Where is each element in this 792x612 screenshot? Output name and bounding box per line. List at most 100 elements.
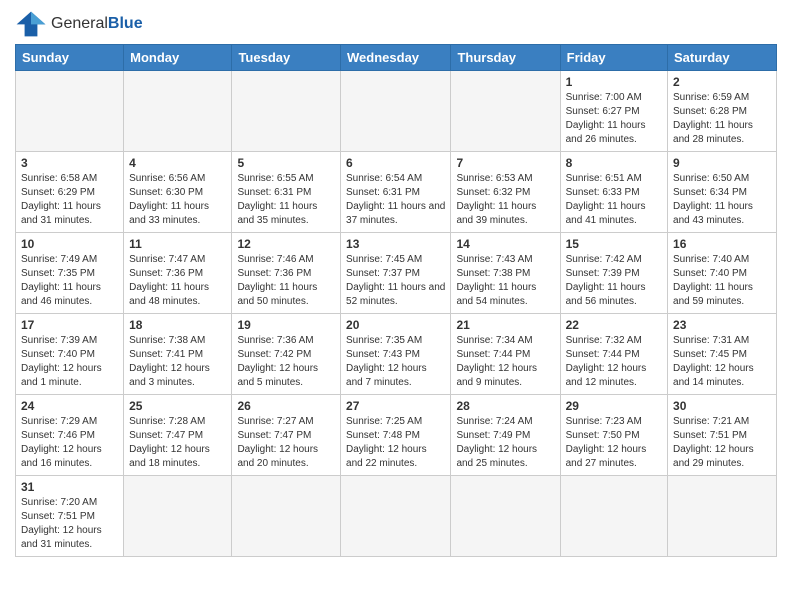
day-info: Sunrise: 7:47 AM Sunset: 7:36 PM Dayligh… (129, 253, 226, 309)
calendar-day-cell: 27 Sunrise: 7:25 AM Sunset: 7:48 PM Dayli… (341, 395, 451, 476)
day-info: Sunrise: 6:59 AM Sunset: 6:28 PM Dayligh… (673, 91, 771, 147)
calendar-week-row: 3 Sunrise: 6:58 AM Sunset: 6:29 PM Daylig… (16, 152, 777, 233)
day-info: Sunrise: 7:43 AM Sunset: 7:38 PM Dayligh… (456, 253, 554, 309)
day-info: Sunrise: 6:51 AM Sunset: 6:33 PM Dayligh… (566, 172, 662, 228)
day-info: Sunrise: 7:24 AM Sunset: 7:49 PM Dayligh… (456, 415, 554, 471)
day-info: Sunrise: 7:38 AM Sunset: 7:41 PM Dayligh… (129, 334, 226, 390)
day-number: 1 (566, 75, 662, 89)
calendar-header-row: SundayMondayTuesdayWednesdayThursdayFrid… (16, 45, 777, 71)
day-number: 17 (21, 318, 118, 332)
day-info: Sunrise: 7:28 AM Sunset: 7:47 PM Dayligh… (129, 415, 226, 471)
day-number: 31 (21, 480, 118, 494)
calendar-day-cell: 19 Sunrise: 7:36 AM Sunset: 7:42 PM Dayli… (232, 314, 341, 395)
day-number: 9 (673, 156, 771, 170)
calendar-day-cell: 20 Sunrise: 7:35 AM Sunset: 7:43 PM Dayli… (341, 314, 451, 395)
day-number: 3 (21, 156, 118, 170)
day-number: 2 (673, 75, 771, 89)
calendar-day-cell: 5 Sunrise: 6:55 AM Sunset: 6:31 PM Daylig… (232, 152, 341, 233)
calendar-day-cell: 31 Sunrise: 7:20 AM Sunset: 7:51 PM Dayli… (16, 476, 124, 557)
calendar-header-saturday: Saturday (668, 45, 777, 71)
day-info: Sunrise: 7:29 AM Sunset: 7:46 PM Dayligh… (21, 415, 118, 471)
logo: GeneralBlue (15, 10, 143, 38)
day-number: 18 (129, 318, 226, 332)
calendar-day-cell: 22 Sunrise: 7:32 AM Sunset: 7:44 PM Dayli… (560, 314, 667, 395)
day-number: 30 (673, 399, 771, 413)
day-info: Sunrise: 7:00 AM Sunset: 6:27 PM Dayligh… (566, 91, 662, 147)
day-info: Sunrise: 7:39 AM Sunset: 7:40 PM Dayligh… (21, 334, 118, 390)
calendar-day-cell (232, 71, 341, 152)
calendar-day-cell: 24 Sunrise: 7:29 AM Sunset: 7:46 PM Dayli… (16, 395, 124, 476)
calendar-week-row: 10Sunrise: 7:49 AM Sunset: 7:35 PM Dayli… (16, 233, 777, 314)
calendar-day-cell (232, 476, 341, 557)
day-number: 16 (673, 237, 771, 251)
calendar-day-cell: 13 Sunrise: 7:45 AM Sunset: 7:37 PM Dayli… (341, 233, 451, 314)
day-number: 29 (566, 399, 662, 413)
calendar-day-cell: 14 Sunrise: 7:43 AM Sunset: 7:38 PM Dayli… (451, 233, 560, 314)
day-number: 27 (346, 399, 445, 413)
calendar-header-tuesday: Tuesday (232, 45, 341, 71)
day-info: Sunrise: 7:42 AM Sunset: 7:39 PM Dayligh… (566, 253, 662, 309)
day-number: 19 (237, 318, 335, 332)
calendar-day-cell: 16 Sunrise: 7:40 AM Sunset: 7:40 PM Dayli… (668, 233, 777, 314)
calendar-day-cell (16, 71, 124, 152)
calendar-day-cell: 21Sunrise: 7:34 AM Sunset: 7:44 PM Dayli… (451, 314, 560, 395)
logo-text: GeneralBlue (51, 15, 143, 33)
calendar-day-cell: 26Sunrise: 7:27 AM Sunset: 7:47 PM Dayli… (232, 395, 341, 476)
day-number: 11 (129, 237, 226, 251)
calendar-day-cell (124, 71, 232, 152)
day-info: Sunrise: 7:40 AM Sunset: 7:40 PM Dayligh… (673, 253, 771, 309)
day-number: 5 (237, 156, 335, 170)
day-number: 22 (566, 318, 662, 332)
day-number: 25 (129, 399, 226, 413)
day-number: 21 (456, 318, 554, 332)
calendar-day-cell: 30 Sunrise: 7:21 AM Sunset: 7:51 PM Dayli… (668, 395, 777, 476)
day-number: 7 (456, 156, 554, 170)
day-info: Sunrise: 6:50 AM Sunset: 6:34 PM Dayligh… (673, 172, 771, 228)
calendar-week-row: 17 Sunrise: 7:39 AM Sunset: 7:40 PM Dayli… (16, 314, 777, 395)
calendar-day-cell: 23 Sunrise: 7:31 AM Sunset: 7:45 PM Dayli… (668, 314, 777, 395)
day-info: Sunrise: 6:56 AM Sunset: 6:30 PM Dayligh… (129, 172, 226, 228)
calendar-day-cell (668, 476, 777, 557)
calendar-week-row: 31 Sunrise: 7:20 AM Sunset: 7:51 PM Dayli… (16, 476, 777, 557)
calendar-day-cell: 4 Sunrise: 6:56 AM Sunset: 6:30 PM Daylig… (124, 152, 232, 233)
calendar-header-sunday: Sunday (16, 45, 124, 71)
day-number: 23 (673, 318, 771, 332)
calendar-day-cell: 15Sunrise: 7:42 AM Sunset: 7:39 PM Dayli… (560, 233, 667, 314)
day-info: Sunrise: 6:54 AM Sunset: 6:31 PM Dayligh… (346, 172, 445, 228)
calendar-day-cell (451, 71, 560, 152)
calendar-day-cell: 28 Sunrise: 7:24 AM Sunset: 7:49 PM Dayli… (451, 395, 560, 476)
day-number: 13 (346, 237, 445, 251)
calendar-day-cell: 6Sunrise: 6:54 AM Sunset: 6:31 PM Daylig… (341, 152, 451, 233)
day-info: Sunrise: 7:49 AM Sunset: 7:35 PM Dayligh… (21, 253, 118, 309)
calendar-header-wednesday: Wednesday (341, 45, 451, 71)
day-info: Sunrise: 7:45 AM Sunset: 7:37 PM Dayligh… (346, 253, 445, 309)
day-number: 14 (456, 237, 554, 251)
calendar-day-cell: 7Sunrise: 6:53 AM Sunset: 6:32 PM Daylig… (451, 152, 560, 233)
logo-icon (15, 10, 47, 38)
calendar-day-cell: 17 Sunrise: 7:39 AM Sunset: 7:40 PM Dayli… (16, 314, 124, 395)
calendar-day-cell (124, 476, 232, 557)
day-info: Sunrise: 6:55 AM Sunset: 6:31 PM Dayligh… (237, 172, 335, 228)
day-info: Sunrise: 7:23 AM Sunset: 7:50 PM Dayligh… (566, 415, 662, 471)
day-info: Sunrise: 7:20 AM Sunset: 7:51 PM Dayligh… (21, 496, 118, 552)
calendar-day-cell: 29 Sunrise: 7:23 AM Sunset: 7:50 PM Dayli… (560, 395, 667, 476)
day-info: Sunrise: 7:31 AM Sunset: 7:45 PM Dayligh… (673, 334, 771, 390)
day-number: 20 (346, 318, 445, 332)
day-info: Sunrise: 7:36 AM Sunset: 7:42 PM Dayligh… (237, 334, 335, 390)
day-number: 26 (237, 399, 335, 413)
calendar-header-monday: Monday (124, 45, 232, 71)
page-container: GeneralBlue SundayMondayTuesdayWednesday… (15, 10, 777, 557)
day-info: Sunrise: 7:35 AM Sunset: 7:43 PM Dayligh… (346, 334, 445, 390)
day-number: 28 (456, 399, 554, 413)
calendar-day-cell: 12Sunrise: 7:46 AM Sunset: 7:36 PM Dayli… (232, 233, 341, 314)
calendar-header-friday: Friday (560, 45, 667, 71)
day-info: Sunrise: 7:21 AM Sunset: 7:51 PM Dayligh… (673, 415, 771, 471)
calendar-day-cell: 2 Sunrise: 6:59 AM Sunset: 6:28 PM Daylig… (668, 71, 777, 152)
day-number: 24 (21, 399, 118, 413)
day-info: Sunrise: 6:58 AM Sunset: 6:29 PM Dayligh… (21, 172, 118, 228)
day-info: Sunrise: 7:25 AM Sunset: 7:48 PM Dayligh… (346, 415, 445, 471)
calendar-day-cell: 18 Sunrise: 7:38 AM Sunset: 7:41 PM Dayli… (124, 314, 232, 395)
day-info: Sunrise: 7:32 AM Sunset: 7:44 PM Dayligh… (566, 334, 662, 390)
day-number: 4 (129, 156, 226, 170)
calendar-week-row: 24 Sunrise: 7:29 AM Sunset: 7:46 PM Dayli… (16, 395, 777, 476)
